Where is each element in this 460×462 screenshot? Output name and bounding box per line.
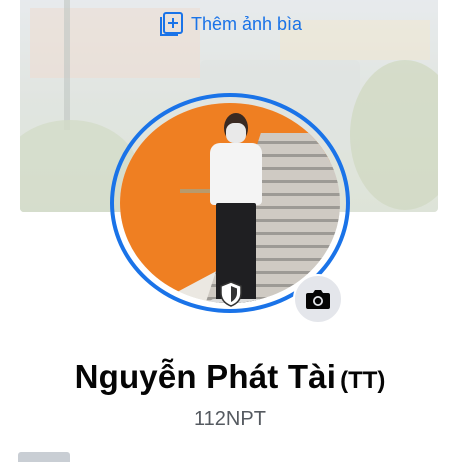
avatar-person bbox=[206, 113, 266, 303]
avatar-photo[interactable] bbox=[120, 103, 340, 303]
camera-icon bbox=[306, 290, 330, 309]
add-cover-photo-button[interactable]: Thêm ảnh bìa bbox=[158, 9, 302, 39]
profile-username: 112NPT bbox=[194, 408, 266, 430]
change-avatar-camera-button[interactable] bbox=[293, 274, 343, 324]
add-cover-photo-label: Thêm ảnh bìa bbox=[191, 13, 303, 34]
profile-name: Nguyễn Phát Tài bbox=[74, 358, 337, 395]
profile-guard-shield-icon bbox=[220, 281, 242, 307]
add-photo-icon bbox=[160, 12, 183, 36]
profile-name-row: Nguyễn Phát Tài (TT) bbox=[0, 358, 460, 396]
partial-list-thumbnail bbox=[18, 452, 70, 462]
profile-name-suffix: (TT) bbox=[340, 367, 386, 394]
